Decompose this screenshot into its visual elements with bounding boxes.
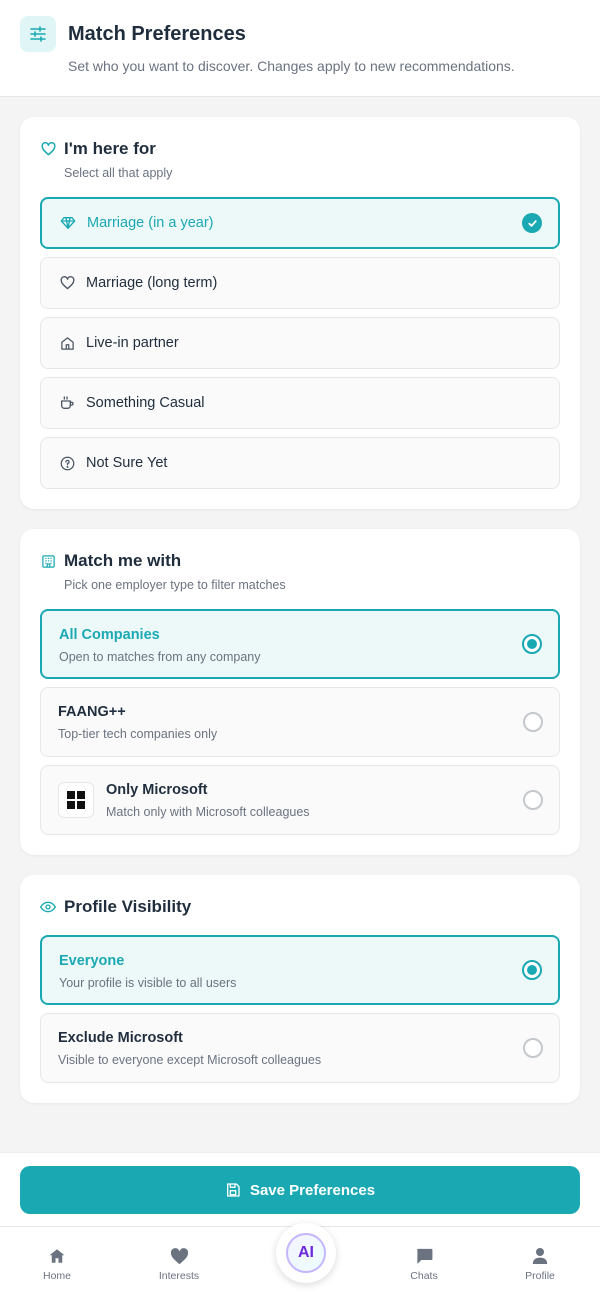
match-option-subtitle: Open to matches from any company xyxy=(59,650,261,664)
radio-unselected xyxy=(523,712,543,732)
match-option-subtitle: Match only with Microsoft colleagues xyxy=(106,805,310,819)
chat-icon xyxy=(384,1245,464,1267)
match-subtitle: Pick one employer type to filter matches xyxy=(64,578,286,592)
check-icon xyxy=(522,213,542,233)
match-option-title: FAANG++ xyxy=(58,704,126,720)
intent-option-label: Live-in partner xyxy=(86,335,179,351)
visibility-option-everyone[interactable]: Everyone Your profile is visible to all … xyxy=(40,935,560,1005)
save-bar: Save Preferences xyxy=(0,1152,600,1226)
bottom-nav: Home Interests AI Chats Profile xyxy=(0,1223,600,1300)
visibility-option-subtitle: Your profile is visible to all users xyxy=(59,976,237,990)
nav-label: Chats xyxy=(410,1270,438,1282)
microsoft-logo-icon xyxy=(58,782,94,818)
match-option-subtitle: Top-tier tech companies only xyxy=(58,727,218,741)
save-icon xyxy=(225,1182,241,1198)
nav-label: Home xyxy=(42,1270,71,1282)
visibility-option-subtitle: Visible to everyone except Microsoft col… xyxy=(58,1053,322,1067)
match-header: Match me with xyxy=(40,551,181,571)
home-icon xyxy=(17,1245,97,1267)
nav-item-home[interactable]: Home xyxy=(17,1245,97,1282)
visibility-option-exclude-microsoft[interactable]: Exclude Microsoft Visible to everyone ex… xyxy=(40,1013,560,1083)
home-icon xyxy=(58,334,76,352)
intent-option-label: Not Sure Yet xyxy=(86,455,168,471)
visibility-card: Profile Visibility Everyone Your profile… xyxy=(20,875,580,1103)
visibility-header: Profile Visibility xyxy=(40,897,191,917)
match-title: Match me with xyxy=(64,551,182,570)
match-option-faang[interactable]: FAANG++ Top-tier tech companies only xyxy=(40,687,560,757)
heart-icon xyxy=(40,141,56,157)
intent-option-live-in[interactable]: Live-in partner xyxy=(40,317,560,369)
radio-unselected xyxy=(523,790,543,810)
save-preferences-button[interactable]: Save Preferences xyxy=(20,1166,580,1214)
match-option-title: All Companies xyxy=(59,627,160,643)
nav-item-chats[interactable]: Chats xyxy=(384,1245,464,1282)
match-card: Match me with Pick one employer type to … xyxy=(20,529,580,855)
ai-brain-icon: AI xyxy=(286,1233,326,1273)
match-option-title: Only Microsoft xyxy=(106,782,208,798)
intent-card: I'm here for Select all that apply Marri… xyxy=(20,117,580,509)
radio-selected xyxy=(522,634,542,654)
coffee-icon xyxy=(58,394,76,412)
radio-unselected xyxy=(523,1038,543,1058)
ai-label: AI xyxy=(298,1244,314,1261)
heart-icon xyxy=(139,1245,219,1267)
match-option-only-microsoft[interactable]: Only Microsoft Match only with Microsoft… xyxy=(40,765,560,835)
intent-option-label: Marriage (in a year) xyxy=(87,215,214,231)
page-header: Match Preferences Set who you want to di… xyxy=(0,0,600,97)
intent-title: I'm here for xyxy=(64,139,156,158)
building-icon xyxy=(40,553,56,569)
visibility-option-title: Everyone xyxy=(59,953,125,969)
intent-option-label: Something Casual xyxy=(86,395,205,411)
intent-option-casual[interactable]: Something Casual xyxy=(40,377,560,429)
person-icon xyxy=(500,1245,580,1267)
nav-label: Interests xyxy=(158,1270,200,1282)
heart-icon xyxy=(58,274,76,292)
intent-option-marriage-long[interactable]: Marriage (long term) xyxy=(40,257,560,309)
match-option-all-companies[interactable]: All Companies Open to matches from any c… xyxy=(40,609,560,679)
nav-item-profile[interactable]: Profile xyxy=(500,1245,580,1282)
intent-option-not-sure[interactable]: Not Sure Yet xyxy=(40,437,560,489)
eye-icon xyxy=(40,899,56,915)
intent-header: I'm here for xyxy=(40,139,156,159)
question-icon xyxy=(58,454,76,472)
nav-label: Profile xyxy=(525,1270,555,1282)
nav-item-interests[interactable]: Interests xyxy=(139,1245,219,1282)
diamond-icon xyxy=(59,214,77,232)
intent-option-marriage-year[interactable]: Marriage (in a year) xyxy=(40,197,560,249)
ai-assistant-button[interactable]: AI xyxy=(276,1223,336,1283)
visibility-title: Profile Visibility xyxy=(64,897,192,916)
save-button-label: Save Preferences xyxy=(249,1181,376,1199)
page-subtitle: Set who you want to discover. Changes ap… xyxy=(68,58,515,74)
sliders-icon xyxy=(20,16,56,52)
intent-option-label: Marriage (long term) xyxy=(86,275,218,291)
intent-subtitle: Select all that apply xyxy=(64,166,173,180)
page-title: Match Preferences xyxy=(68,23,246,45)
radio-selected xyxy=(522,960,542,980)
visibility-option-title: Exclude Microsoft xyxy=(58,1030,183,1046)
